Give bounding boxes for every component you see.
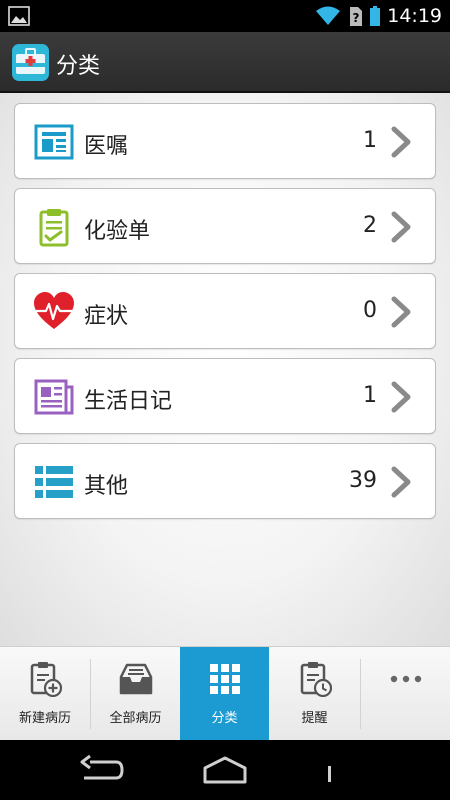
svg-text:?: ? [353,11,360,25]
category-item-orders[interactable]: 医嘱 1 [14,103,436,179]
category-label: 其他 [84,474,129,499]
tab-label: 分类 [211,711,238,726]
category-count: 1 [363,128,377,153]
chevron-right-icon [391,126,411,158]
back-icon[interactable] [78,754,124,786]
category-count: 1 [363,383,377,408]
clipboard-icon [39,209,69,247]
tab-label: 新建病历 [18,711,71,726]
category-label: 症状 [84,304,129,329]
chevron-right-icon [391,381,411,413]
bottom-tab-bar: 新建病历 全部病历 分类 提醒 [0,646,450,741]
tab-more[interactable] [361,647,450,741]
heartbeat-icon [34,292,74,329]
sim-alert-icon: ? [350,7,363,26]
battery-icon [370,6,381,26]
new-record-icon [30,662,62,697]
category-count: 2 [363,213,377,238]
medical-kit-icon[interactable] [12,44,49,81]
tab-new-record[interactable]: 新建病历 [0,647,90,741]
wifi-icon [316,6,341,25]
category-item-other[interactable]: 其他 39 [14,443,436,519]
category-label: 生活日记 [84,389,173,414]
newspaper-icon [34,379,74,415]
chevron-right-icon [391,296,411,328]
inbox-icon [119,663,152,695]
category-list: 医嘱 1 化验单 2 症状 0 生活日记 1 其他 39 [0,93,450,646]
page-title: 分类 [56,54,101,79]
gallery-icon [8,6,30,26]
category-item-life-diary[interactable]: 生活日记 1 [14,358,436,434]
category-count: 39 [349,468,377,493]
list-icon [35,466,73,498]
system-nav-bar [0,740,450,800]
category-item-lab-reports[interactable]: 化验单 2 [14,188,436,264]
action-bar: 分类 [0,32,450,93]
category-label: 化验单 [84,219,151,244]
recent-apps-icon[interactable] [324,754,336,786]
document-icon [34,124,74,160]
tab-label: 提醒 [301,711,328,726]
reminder-icon [300,662,332,697]
clock: 14:19 [387,5,442,27]
tab-categories[interactable]: 分类 [180,647,269,741]
tab-label: 全部病历 [109,711,162,726]
category-count: 0 [363,298,377,323]
category-item-symptoms[interactable]: 症状 0 [14,273,436,349]
category-label: 医嘱 [84,134,129,159]
chevron-right-icon [391,211,411,243]
home-icon[interactable] [200,754,250,786]
grid-icon [209,664,240,694]
tab-reminders[interactable]: 提醒 [269,647,360,741]
status-bar: ? 14:19 [0,0,450,32]
more-icon [390,675,421,683]
chevron-right-icon [391,466,411,498]
status-indicators: ? 14:19 [315,0,442,32]
tab-all-records[interactable]: 全部病历 [91,647,180,741]
